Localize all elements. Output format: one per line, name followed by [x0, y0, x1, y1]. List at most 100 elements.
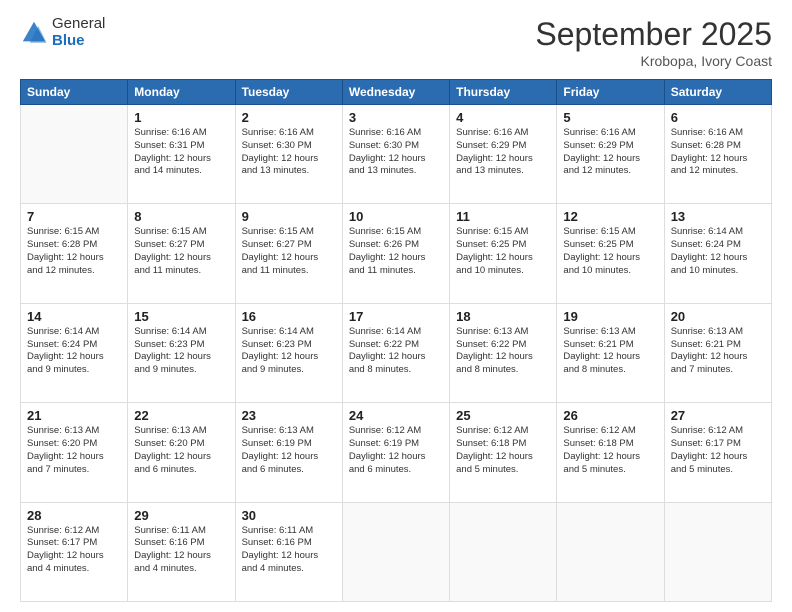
- day-info: Sunrise: 6:13 AM Sunset: 6:19 PM Dayligh…: [242, 425, 336, 476]
- day-info: Sunrise: 6:16 AM Sunset: 6:30 PM Dayligh…: [349, 127, 443, 178]
- day-info: Sunrise: 6:14 AM Sunset: 6:22 PM Dayligh…: [349, 326, 443, 377]
- calendar-cell: 7Sunrise: 6:15 AM Sunset: 6:28 PM Daylig…: [21, 204, 128, 303]
- day-number: 11: [456, 209, 550, 224]
- calendar-cell: [664, 502, 771, 601]
- day-number: 14: [27, 309, 121, 324]
- calendar-cell: 18Sunrise: 6:13 AM Sunset: 6:22 PM Dayli…: [450, 303, 557, 402]
- day-number: 30: [242, 508, 336, 523]
- logo: General Blue: [20, 16, 105, 49]
- calendar-cell: 24Sunrise: 6:12 AM Sunset: 6:19 PM Dayli…: [342, 403, 449, 502]
- day-info: Sunrise: 6:16 AM Sunset: 6:31 PM Dayligh…: [134, 127, 228, 178]
- calendar-week-row: 7Sunrise: 6:15 AM Sunset: 6:28 PM Daylig…: [21, 204, 772, 303]
- day-info: Sunrise: 6:16 AM Sunset: 6:28 PM Dayligh…: [671, 127, 765, 178]
- month-title: September 2025: [535, 16, 772, 53]
- day-info: Sunrise: 6:15 AM Sunset: 6:25 PM Dayligh…: [563, 226, 657, 277]
- day-number: 21: [27, 408, 121, 423]
- weekday-header: Friday: [557, 80, 664, 105]
- calendar: SundayMondayTuesdayWednesdayThursdayFrid…: [20, 79, 772, 602]
- weekday-header: Thursday: [450, 80, 557, 105]
- day-info: Sunrise: 6:15 AM Sunset: 6:26 PM Dayligh…: [349, 226, 443, 277]
- day-number: 17: [349, 309, 443, 324]
- day-number: 13: [671, 209, 765, 224]
- day-info: Sunrise: 6:14 AM Sunset: 6:24 PM Dayligh…: [671, 226, 765, 277]
- header: General Blue September 2025 Krobopa, Ivo…: [20, 16, 772, 69]
- calendar-cell: 8Sunrise: 6:15 AM Sunset: 6:27 PM Daylig…: [128, 204, 235, 303]
- calendar-cell: 20 Sunrise: 6:13 AM Sunset: 6:21 PM Dayli…: [664, 303, 771, 402]
- day-info: Sunrise: 6:14 AM Sunset: 6:24 PM Dayligh…: [27, 326, 121, 377]
- calendar-cell: 13 Sunrise: 6:14 AM Sunset: 6:24 PM Dayli…: [664, 204, 771, 303]
- day-info: Sunrise: 6:11 AM Sunset: 6:16 PM Dayligh…: [242, 525, 336, 576]
- page: General Blue September 2025 Krobopa, Ivo…: [0, 0, 792, 612]
- calendar-cell: [342, 502, 449, 601]
- calendar-cell: 16Sunrise: 6:14 AM Sunset: 6:23 PM Dayli…: [235, 303, 342, 402]
- calendar-header: SundayMondayTuesdayWednesdayThursdayFrid…: [21, 80, 772, 105]
- day-info: Sunrise: 6:13 AM Sunset: 6:21 PM Dayligh…: [563, 326, 657, 377]
- weekday-row: SundayMondayTuesdayWednesdayThursdayFrid…: [21, 80, 772, 105]
- day-info: Sunrise: 6:15 AM Sunset: 6:27 PM Dayligh…: [242, 226, 336, 277]
- day-number: 16: [242, 309, 336, 324]
- calendar-cell: [557, 502, 664, 601]
- calendar-cell: 5Sunrise: 6:16 AM Sunset: 6:29 PM Daylig…: [557, 105, 664, 204]
- location: Krobopa, Ivory Coast: [535, 53, 772, 69]
- day-number: 4: [456, 110, 550, 125]
- calendar-body: 1 Sunrise: 6:16 AM Sunset: 6:31 PM Daylig…: [21, 105, 772, 602]
- day-info: Sunrise: 6:11 AM Sunset: 6:16 PM Dayligh…: [134, 525, 228, 576]
- calendar-cell: 11 Sunrise: 6:15 AM Sunset: 6:25 PM Dayli…: [450, 204, 557, 303]
- day-info: Sunrise: 6:14 AM Sunset: 6:23 PM Dayligh…: [134, 326, 228, 377]
- calendar-cell: 27 Sunrise: 6:12 AM Sunset: 6:17 PM Dayli…: [664, 403, 771, 502]
- calendar-cell: 25 Sunrise: 6:12 AM Sunset: 6:18 PM Dayli…: [450, 403, 557, 502]
- day-number: 26: [563, 408, 657, 423]
- logo-icon: [20, 19, 48, 47]
- day-number: 7: [27, 209, 121, 224]
- day-number: 22: [134, 408, 228, 423]
- calendar-cell: 21 Sunrise: 6:13 AM Sunset: 6:20 PM Dayli…: [21, 403, 128, 502]
- calendar-cell: 3Sunrise: 6:16 AM Sunset: 6:30 PM Daylig…: [342, 105, 449, 204]
- calendar-week-row: 1 Sunrise: 6:16 AM Sunset: 6:31 PM Daylig…: [21, 105, 772, 204]
- calendar-cell: 10 Sunrise: 6:15 AM Sunset: 6:26 PM Dayli…: [342, 204, 449, 303]
- day-info: Sunrise: 6:16 AM Sunset: 6:30 PM Dayligh…: [242, 127, 336, 178]
- title-block: September 2025 Krobopa, Ivory Coast: [535, 16, 772, 69]
- calendar-cell: 2Sunrise: 6:16 AM Sunset: 6:30 PM Daylig…: [235, 105, 342, 204]
- day-info: Sunrise: 6:13 AM Sunset: 6:20 PM Dayligh…: [27, 425, 121, 476]
- calendar-cell: 6 Sunrise: 6:16 AM Sunset: 6:28 PM Daylig…: [664, 105, 771, 204]
- calendar-week-row: 14 Sunrise: 6:14 AM Sunset: 6:24 PM Dayli…: [21, 303, 772, 402]
- logo-blue: Blue: [52, 33, 105, 50]
- day-number: 24: [349, 408, 443, 423]
- calendar-week-row: 21 Sunrise: 6:13 AM Sunset: 6:20 PM Dayli…: [21, 403, 772, 502]
- day-info: Sunrise: 6:16 AM Sunset: 6:29 PM Dayligh…: [456, 127, 550, 178]
- calendar-cell: 26 Sunrise: 6:12 AM Sunset: 6:18 PM Dayli…: [557, 403, 664, 502]
- weekday-header: Sunday: [21, 80, 128, 105]
- calendar-cell: 14 Sunrise: 6:14 AM Sunset: 6:24 PM Dayli…: [21, 303, 128, 402]
- logo-general: General: [52, 16, 105, 33]
- day-number: 20: [671, 309, 765, 324]
- calendar-cell: [21, 105, 128, 204]
- calendar-cell: 1 Sunrise: 6:16 AM Sunset: 6:31 PM Daylig…: [128, 105, 235, 204]
- calendar-cell: 15 Sunrise: 6:14 AM Sunset: 6:23 PM Dayli…: [128, 303, 235, 402]
- calendar-cell: 4 Sunrise: 6:16 AM Sunset: 6:29 PM Daylig…: [450, 105, 557, 204]
- day-number: 18: [456, 309, 550, 324]
- day-info: Sunrise: 6:15 AM Sunset: 6:25 PM Dayligh…: [456, 226, 550, 277]
- day-number: 27: [671, 408, 765, 423]
- day-number: 23: [242, 408, 336, 423]
- calendar-cell: 12 Sunrise: 6:15 AM Sunset: 6:25 PM Dayli…: [557, 204, 664, 303]
- day-number: 10: [349, 209, 443, 224]
- day-number: 9: [242, 209, 336, 224]
- day-info: Sunrise: 6:12 AM Sunset: 6:18 PM Dayligh…: [456, 425, 550, 476]
- calendar-cell: 19Sunrise: 6:13 AM Sunset: 6:21 PM Dayli…: [557, 303, 664, 402]
- day-number: 29: [134, 508, 228, 523]
- day-info: Sunrise: 6:12 AM Sunset: 6:17 PM Dayligh…: [671, 425, 765, 476]
- day-info: Sunrise: 6:13 AM Sunset: 6:20 PM Dayligh…: [134, 425, 228, 476]
- day-number: 1: [134, 110, 228, 125]
- calendar-cell: 9 Sunrise: 6:15 AM Sunset: 6:27 PM Daylig…: [235, 204, 342, 303]
- day-number: 5: [563, 110, 657, 125]
- calendar-cell: 30 Sunrise: 6:11 AM Sunset: 6:16 PM Dayli…: [235, 502, 342, 601]
- calendar-cell: 23 Sunrise: 6:13 AM Sunset: 6:19 PM Dayli…: [235, 403, 342, 502]
- weekday-header: Tuesday: [235, 80, 342, 105]
- day-info: Sunrise: 6:12 AM Sunset: 6:18 PM Dayligh…: [563, 425, 657, 476]
- weekday-header: Saturday: [664, 80, 771, 105]
- day-number: 25: [456, 408, 550, 423]
- day-number: 12: [563, 209, 657, 224]
- day-number: 15: [134, 309, 228, 324]
- day-number: 6: [671, 110, 765, 125]
- day-info: Sunrise: 6:13 AM Sunset: 6:21 PM Dayligh…: [671, 326, 765, 377]
